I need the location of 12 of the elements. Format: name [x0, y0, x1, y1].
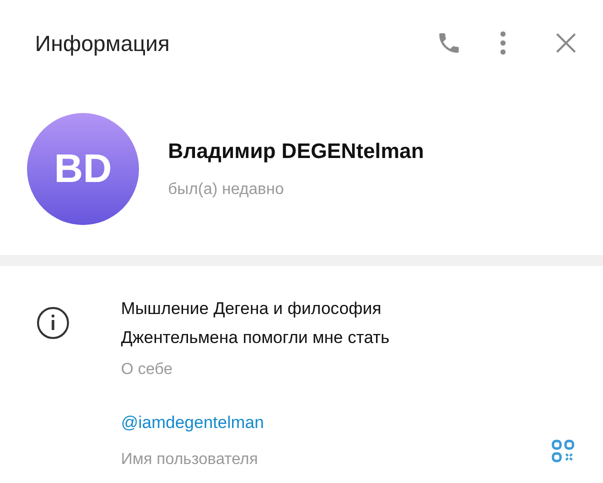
panel-title: Информация [35, 30, 171, 58]
contact-name: Владимир DEGENtelman [168, 139, 424, 166]
bio-label: О себе [121, 360, 174, 380]
qr-code-icon[interactable] [551, 438, 575, 463]
more-icon[interactable] [499, 30, 507, 56]
last-seen-status: был(а) недавно [168, 180, 285, 200]
info-icon [36, 306, 70, 340]
username-link[interactable]: @iamdegentelman [121, 410, 264, 436]
username-label: Имя пользователя [121, 450, 259, 470]
avatar: BD [27, 113, 139, 225]
bio-text: Мышление Дегена и философия Джентельмена помогли мне стать [121, 298, 391, 349]
close-icon[interactable] [555, 32, 577, 54]
